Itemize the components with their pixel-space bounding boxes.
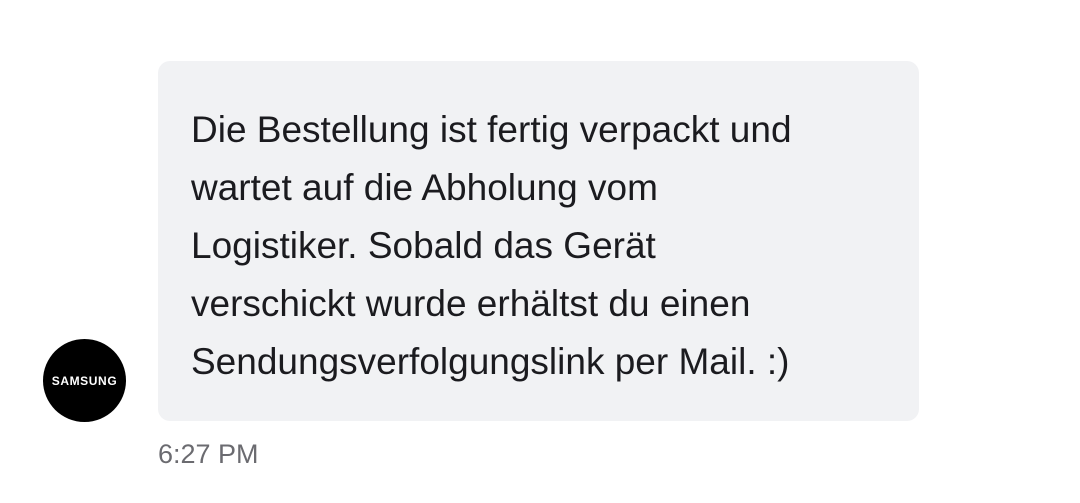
- message-line: verschickt wurde erhältst du einen: [191, 283, 751, 324]
- message-line: wartet auf die Abholung vom: [191, 167, 658, 208]
- avatar[interactable]: SAMSUNG: [43, 339, 126, 422]
- message-bubble[interactable]: Die Bestellung ist fertig verpackt und w…: [158, 61, 919, 421]
- message-line: Die Bestellung ist fertig verpackt und: [191, 109, 792, 150]
- message-line: Logistiker. Sobald das Gerät: [191, 225, 656, 266]
- message-line: Sendungsverfolgungslink per Mail. :): [191, 341, 790, 382]
- message-timestamp: 6:27 PM: [158, 439, 259, 469]
- samsung-logo: SAMSUNG: [51, 373, 118, 388]
- chat-message-row: SAMSUNG Die Bestellung ist fertig verpac…: [0, 0, 1080, 503]
